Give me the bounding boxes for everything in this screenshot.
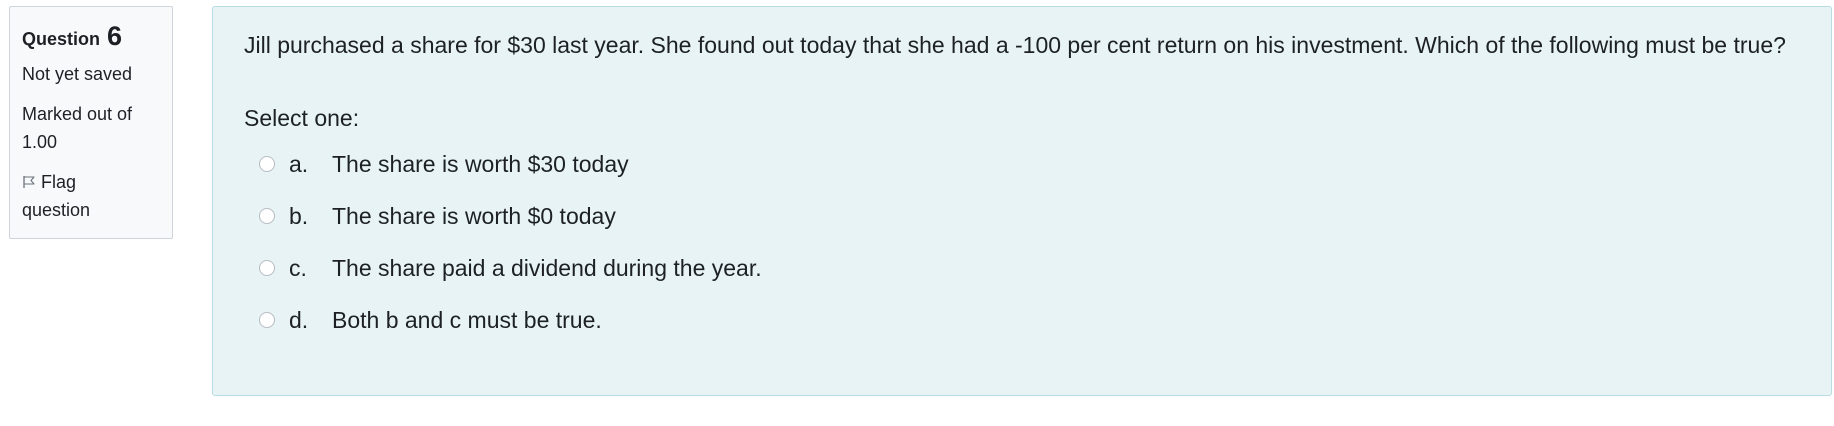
answer-option-c[interactable]: c. The share paid a dividend during the … (244, 242, 1801, 294)
select-prompt: Select one: (244, 105, 360, 131)
grade-value: 1.00 (22, 132, 58, 152)
answer-label[interactable]: The share paid a dividend during the yea… (332, 255, 762, 282)
flag-question-button[interactable]: Flag question (22, 168, 160, 224)
radio-a[interactable] (259, 156, 275, 172)
flag-label-line2: question (22, 200, 91, 220)
question-text: Jill purchased a share for $30 last year… (244, 32, 1786, 58)
question-number: 6 (107, 21, 123, 51)
radio-b[interactable] (259, 208, 275, 224)
answer-label[interactable]: Both b and c must be true. (332, 307, 602, 334)
grade-label: Marked out of (22, 104, 133, 124)
radio-d[interactable] (259, 312, 275, 328)
radio-c[interactable] (259, 260, 275, 276)
question-state: Not yet saved (22, 64, 133, 84)
answer-option-d[interactable]: d. Both b and c must be true. (244, 294, 1801, 346)
question-info-panel: Question 6 Not yet saved Marked out of 1… (9, 6, 173, 239)
answer-letter: c. (289, 254, 307, 281)
answer-letter: d. (289, 306, 309, 333)
question-grade: Marked out of 1.00 (22, 100, 160, 156)
answer-letter: b. (289, 202, 309, 229)
answer-list: a. The share is worth $30 today b. The s… (244, 138, 1801, 346)
answer-label[interactable]: The share is worth $0 today (332, 203, 616, 230)
answer-option-b[interactable]: b. The share is worth $0 today (244, 190, 1801, 242)
answer-option-a[interactable]: a. The share is worth $30 today (244, 138, 1801, 190)
question-label: Question (22, 29, 101, 49)
answer-letter: a. (289, 150, 309, 177)
flag-label: Flag (41, 172, 77, 192)
question-content-panel: Jill purchased a share for $30 last year… (212, 6, 1832, 396)
question-heading: Question 6 (22, 19, 160, 56)
answer-label[interactable]: The share is worth $30 today (332, 151, 629, 178)
flag-icon (23, 176, 35, 188)
